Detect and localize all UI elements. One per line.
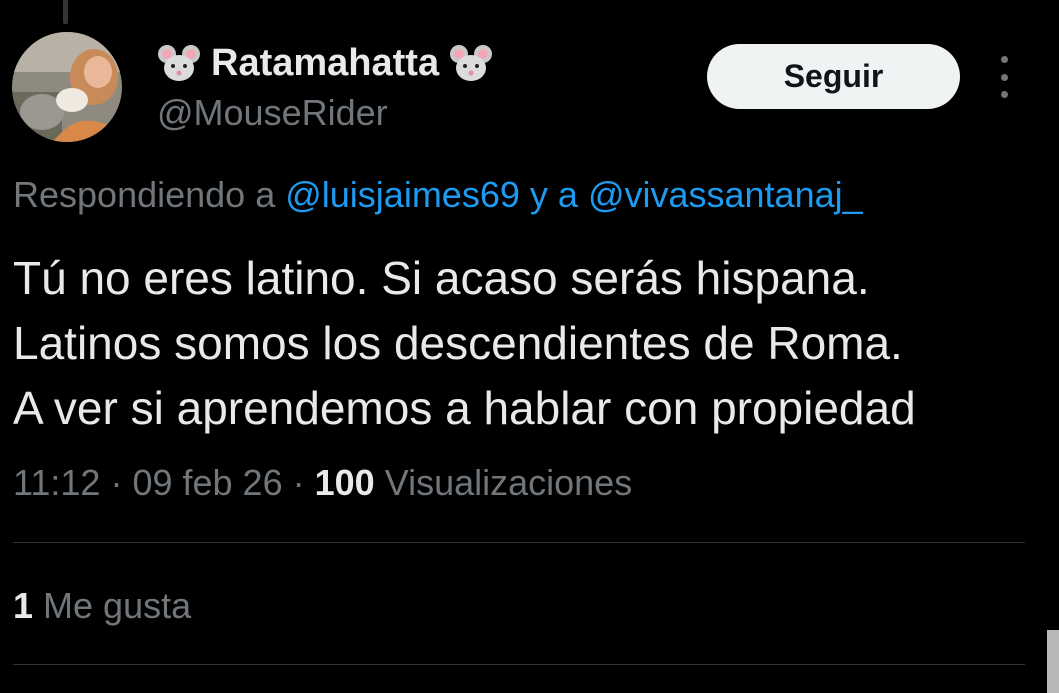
tweet-date[interactable]: 09 feb 26: [132, 462, 282, 503]
likes-label: Me gusta: [43, 585, 192, 626]
thread-connector-line: [63, 0, 68, 24]
likes-link[interactable]: 1 Me gusta: [13, 585, 191, 627]
meta-separator: ·: [110, 462, 123, 503]
author-name-row[interactable]: Ratamahatta: [157, 40, 493, 86]
tweet-line: A ver si aprendemos a hablar con propied…: [13, 382, 916, 434]
tweet-time[interactable]: 11:12: [13, 462, 100, 503]
mention-link-1[interactable]: @luisjaimes69: [285, 174, 520, 215]
reply-context-connector: y a: [529, 174, 578, 215]
profile-photo: [12, 32, 122, 142]
reply-context: Respondiendo a @luisjaimes69 y a @vivass…: [13, 174, 863, 216]
views-label: Visualizaciones: [384, 462, 633, 503]
author-handle[interactable]: @MouseRider: [157, 92, 388, 134]
mouse-face-emoji-icon: [450, 45, 493, 81]
divider: [13, 542, 1025, 543]
mention-link-2[interactable]: @vivassantanaj_: [588, 174, 863, 215]
more-vertical-icon-dot: [1000, 73, 1008, 81]
views-count: 100: [314, 462, 375, 503]
tweet-line: Latinos somos los descendientes de Roma.: [13, 317, 903, 369]
more-options-button[interactable]: [988, 56, 1020, 98]
likes-count: 1: [13, 585, 34, 626]
scrollbar-thumb[interactable]: [1047, 630, 1059, 693]
divider: [13, 664, 1025, 665]
avatar[interactable]: [12, 32, 122, 142]
meta-separator: ·: [292, 462, 305, 503]
more-vertical-icon-dot: [1000, 91, 1008, 98]
reply-context-prefix: Respondiendo a: [13, 174, 276, 215]
tweet-text: Tú no eres latino. Si acaso serás hispan…: [13, 246, 1053, 441]
author-display-name[interactable]: Ratamahatta: [211, 42, 439, 85]
mouse-face-emoji-icon: [158, 45, 200, 81]
tweet-meta: 11:12 · 09 feb 26 · 100 Visualizaciones: [13, 462, 632, 504]
follow-button[interactable]: Seguir: [707, 44, 960, 109]
more-vertical-icon: [1000, 56, 1008, 63]
tweet-line: Tú no eres latino. Si acaso serás hispan…: [13, 252, 870, 304]
